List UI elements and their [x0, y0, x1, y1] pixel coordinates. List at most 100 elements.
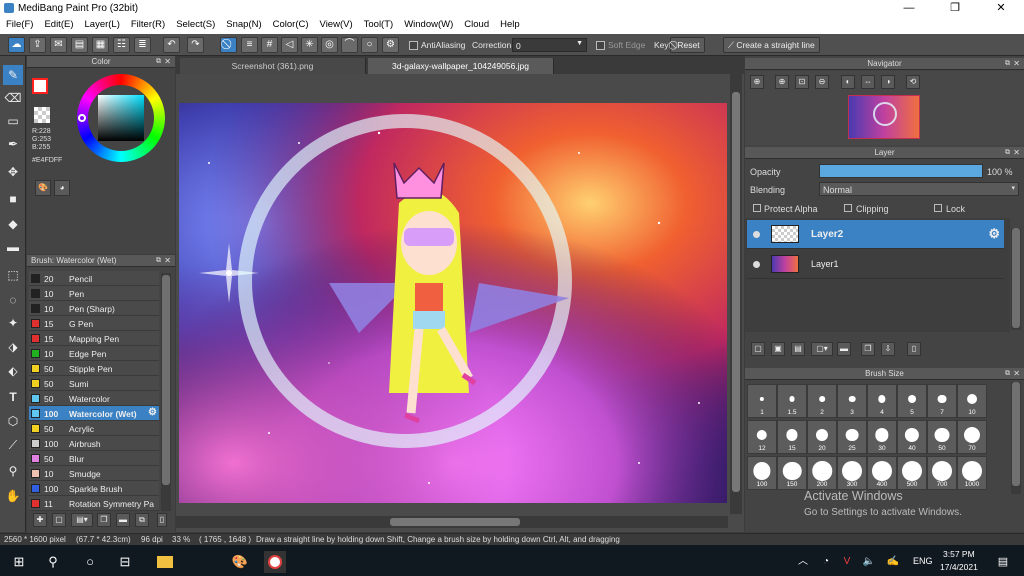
- correction-dropdown[interactable]: 0 ▼: [512, 38, 587, 52]
- document-icon[interactable]: ▤: [71, 37, 88, 53]
- brush-size-cell[interactable]: 40: [897, 420, 927, 454]
- brush-size-cell[interactable]: 15: [777, 420, 807, 454]
- brush-size-cell[interactable]: 12: [747, 420, 777, 454]
- brush-size-cell[interactable]: 700: [927, 456, 957, 490]
- vertical-scrollbar[interactable]: [730, 74, 742, 514]
- pin-icon[interactable]: ⧉: [1005, 147, 1010, 159]
- brush-list-item[interactable]: 10 Pen: [29, 286, 159, 301]
- menu-view[interactable]: View(V): [314, 17, 358, 30]
- hand-tool-icon[interactable]: ✋: [3, 486, 23, 506]
- gear-icon[interactable]: ⚙: [148, 407, 157, 418]
- brush-size-cell[interactable]: 3: [837, 384, 867, 418]
- language-indicator[interactable]: ENG: [913, 556, 933, 566]
- app-tray-icon[interactable]: V: [836, 551, 858, 573]
- fill-rectangle-tool-icon[interactable]: ■: [3, 189, 23, 209]
- brush-list-item[interactable]: 11 Rotation Symmetry Pa: [29, 496, 159, 511]
- clipping-checkbox[interactable]: [844, 204, 852, 212]
- brush-list-item[interactable]: 15 Mapping Pen: [29, 331, 159, 346]
- menu-select[interactable]: Select(S): [170, 17, 220, 30]
- brush-size-cell[interactable]: 400: [867, 456, 897, 490]
- zoom-in-alt-icon[interactable]: ⊕: [775, 75, 789, 89]
- menu-edit[interactable]: Edit(E): [38, 17, 78, 30]
- perspective-snap-icon[interactable]: ◁: [281, 37, 298, 53]
- hue-picker-handle[interactable]: [78, 114, 86, 122]
- brush-size-cell[interactable]: 100: [747, 456, 777, 490]
- folder-icon[interactable]: ▬: [116, 513, 130, 527]
- rectangle-tool-icon[interactable]: ▭: [3, 111, 23, 131]
- menu-snap[interactable]: Snap(N): [220, 17, 266, 30]
- select-pen-tool-icon[interactable]: ⬗: [3, 337, 23, 357]
- brush-size-cell[interactable]: 20: [807, 420, 837, 454]
- lasso-tool-icon[interactable]: ◌: [3, 290, 23, 310]
- task-view-icon[interactable]: ○: [79, 551, 101, 573]
- windows-start-icon[interactable]: ⊞: [8, 551, 30, 573]
- magic-wand-tool-icon[interactable]: ✦: [3, 313, 23, 333]
- minimize-button[interactable]: —: [886, 0, 932, 17]
- brush-size-cell[interactable]: 25: [837, 420, 867, 454]
- menu-filter[interactable]: Filter(R): [125, 17, 170, 30]
- copy-brush-icon[interactable]: ❐: [97, 513, 111, 527]
- brush-list-item[interactable]: 10 Edge Pen: [29, 346, 159, 361]
- parallel-snap-icon[interactable]: ≡: [241, 37, 258, 53]
- brush-list-item[interactable]: 100 Airbrush: [29, 436, 159, 451]
- menu-window[interactable]: Window(W): [398, 17, 458, 30]
- brush-menu-icon[interactable]: ▤▾: [71, 513, 93, 527]
- close-button[interactable]: ✕: [978, 0, 1024, 17]
- menu-layer[interactable]: Layer(L): [79, 17, 125, 30]
- eye-icon[interactable]: [753, 231, 760, 238]
- brush-size-cell[interactable]: 10: [957, 384, 987, 418]
- brush-size-cell[interactable]: 7: [927, 384, 957, 418]
- rotate-right-icon[interactable]: ◑: [881, 75, 895, 89]
- close-icon[interactable]: ✕: [1013, 58, 1020, 70]
- new-brush-icon[interactable]: ▢: [52, 513, 66, 527]
- pages-icon[interactable]: ☷: [113, 37, 130, 53]
- antialiasing-checkbox[interactable]: [409, 41, 418, 50]
- pin-icon[interactable]: ⧉: [1005, 368, 1010, 380]
- pen-tray-icon[interactable]: ✍: [882, 551, 904, 573]
- protect-alpha-checkbox[interactable]: [753, 204, 761, 212]
- blending-dropdown[interactable]: Normal ▾: [819, 182, 1019, 196]
- palette-icon[interactable]: 🎨: [35, 180, 51, 196]
- eraser-tool-icon[interactable]: ⌫: [3, 88, 23, 108]
- clock-time[interactable]: 3:57 PM: [943, 549, 975, 559]
- concentric-snap-icon[interactable]: ◎: [321, 37, 338, 53]
- brush-list-item[interactable]: 50 Blur: [29, 451, 159, 466]
- page-icon[interactable]: ▦: [92, 37, 109, 53]
- circle-snap-icon[interactable]: ○: [361, 37, 378, 53]
- layer-row[interactable]: Layer1: [747, 250, 1004, 279]
- pin-icon[interactable]: ⧉: [156, 255, 161, 267]
- snap-off-icon[interactable]: ⃠: [220, 37, 237, 53]
- delete-layer-icon[interactable]: ▯: [907, 342, 921, 356]
- settings-icon[interactable]: ⚙: [382, 37, 399, 53]
- brush-list-item[interactable]: 100 Sparkle Brush: [29, 481, 159, 496]
- saturation-value-square[interactable]: [98, 95, 144, 141]
- menu-help[interactable]: Help: [494, 17, 525, 30]
- gradient-tool-icon[interactable]: ▬: [3, 237, 23, 257]
- eye-icon[interactable]: [753, 261, 760, 268]
- horizontal-scrollbar[interactable]: [176, 516, 728, 528]
- rotate-left-icon[interactable]: ◐: [841, 75, 855, 89]
- divide-tool-icon[interactable]: ⟋: [3, 435, 23, 455]
- operation-tool-icon[interactable]: ⬡: [3, 411, 23, 431]
- brush-size-cell[interactable]: 1.5: [777, 384, 807, 418]
- clock-date[interactable]: 17/4/2021: [940, 562, 978, 572]
- brush-list-item[interactable]: 10 Pen (Sharp): [29, 301, 159, 316]
- pen-tool-icon[interactable]: ✒: [3, 134, 23, 154]
- close-icon[interactable]: ✕: [1013, 147, 1020, 159]
- search-icon[interactable]: ⚲: [42, 551, 64, 573]
- add-brush-icon[interactable]: ✚: [33, 513, 47, 527]
- text-tool-icon[interactable]: T: [3, 387, 23, 407]
- brush-list-item[interactable]: 10 Smudge: [29, 466, 159, 481]
- canvas-area[interactable]: [176, 74, 744, 532]
- brush-size-cell[interactable]: 30: [867, 420, 897, 454]
- share-icon[interactable]: ⇪: [29, 37, 46, 53]
- new-layer-icon[interactable]: ▢: [751, 342, 765, 356]
- comment-icon[interactable]: ✉: [50, 37, 67, 53]
- brush-size-cell[interactable]: 50: [927, 420, 957, 454]
- hue-ring[interactable]: [77, 74, 165, 162]
- layer-scrollbar[interactable]: [1011, 228, 1021, 330]
- maximize-button[interactable]: ❐: [932, 0, 978, 17]
- close-icon[interactable]: ✕: [1013, 368, 1020, 380]
- bucket-tool-icon[interactable]: ◆: [3, 214, 23, 234]
- primary-color-swatch[interactable]: [32, 78, 48, 94]
